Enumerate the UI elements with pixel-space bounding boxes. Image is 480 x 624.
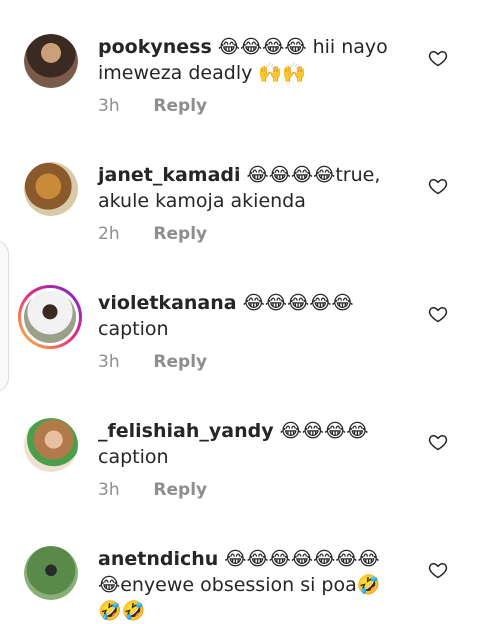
avatar-story-ring[interactable] bbox=[18, 285, 82, 349]
side-panel-edge bbox=[0, 240, 9, 392]
heart-outline-icon[interactable] bbox=[428, 560, 448, 580]
comment-username[interactable]: janet_kamadi bbox=[98, 164, 241, 186]
avatar[interactable] bbox=[24, 418, 78, 472]
comment-text: _felishiah_yandy 😂😂😂😂 caption bbox=[98, 418, 398, 470]
avatar[interactable] bbox=[24, 34, 78, 88]
heart-outline-icon[interactable] bbox=[428, 432, 448, 452]
reply-button[interactable]: Reply bbox=[153, 96, 207, 116]
heart-outline-icon[interactable] bbox=[428, 304, 448, 324]
comment-username[interactable]: violetkanana bbox=[98, 292, 237, 314]
heart-outline-icon[interactable] bbox=[428, 176, 448, 196]
avatar[interactable] bbox=[24, 546, 78, 600]
comment-username[interactable]: pookyness bbox=[98, 36, 212, 58]
comment-text: pookyness 😂😂😂😂 hii nayo imeweza deadly 🙌🙌 bbox=[98, 34, 398, 86]
comment-meta: 2h Reply bbox=[98, 224, 207, 244]
reply-button[interactable]: Reply bbox=[153, 224, 207, 244]
heart-outline-icon[interactable] bbox=[428, 48, 448, 68]
avatar[interactable] bbox=[24, 162, 78, 216]
comment-username[interactable]: anetndichu bbox=[98, 548, 218, 570]
reply-button[interactable]: Reply bbox=[153, 480, 207, 500]
comment-meta: 3h Reply bbox=[98, 352, 207, 372]
comment-time: 2h bbox=[98, 224, 120, 244]
comment-text: anetndichu 😂😂😂😂😂😂😂 😂enyewe obsession si p… bbox=[98, 546, 398, 624]
comment-meta: 3h Reply bbox=[98, 96, 207, 116]
comment-text: janet_kamadi 😂😂😂😂true, akule kamoja akien… bbox=[98, 162, 398, 214]
comment-time: 3h bbox=[98, 480, 120, 500]
reply-button[interactable]: Reply bbox=[153, 352, 207, 372]
comment-text: violetkanana 😂😂😂😂😂 caption bbox=[98, 290, 398, 342]
comment-time: 3h bbox=[98, 352, 120, 372]
comment-meta: 3h Reply bbox=[98, 480, 207, 500]
comment-username[interactable]: _felishiah_yandy bbox=[98, 420, 274, 442]
comment-time: 3h bbox=[98, 96, 120, 116]
